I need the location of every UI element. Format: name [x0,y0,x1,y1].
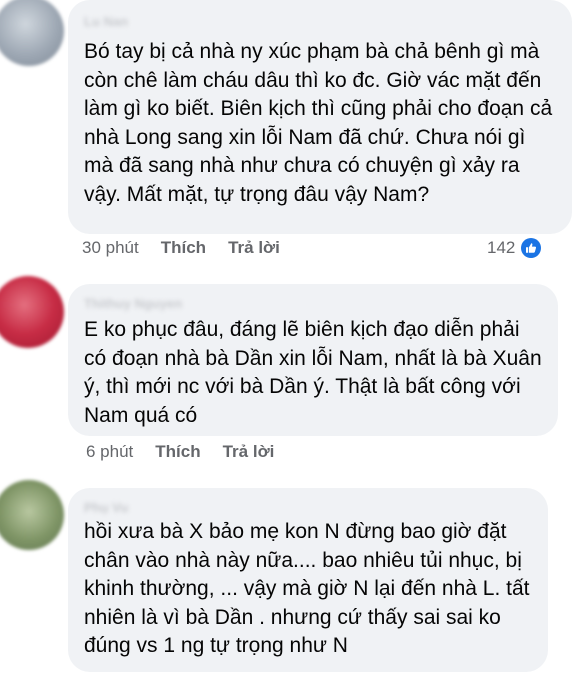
avatar[interactable] [0,0,64,66]
avatar[interactable] [0,480,64,550]
comment-text: E ko phục đâu, đáng lẽ biên kịch đạo diễ… [84,318,542,427]
comment-bubble: Lu Nan Bó tay bị cả nhà ny xúc phạm bà c… [68,0,572,234]
reaction-summary[interactable]: 142 [487,238,542,258]
comment-actions: 30 phút Thích Trả lời [82,238,302,258]
comment-text: hồi xưa bà X bảo mẹ kon N đừng bao giờ đ… [84,520,530,657]
comment-bubble: Phụ Vu hồi xưa bà X bảo mẹ kon N đừng ba… [68,488,548,672]
comment-text: Bó tay bị cả nhà ny xúc phạm bà chả bênh… [84,40,553,206]
like-button[interactable]: Thích [155,442,200,462]
comment-time[interactable]: 30 phút [82,238,139,258]
comment-author[interactable]: Phụ Vu [84,500,128,515]
comment-bubble: Thithuy Nguyen E ko phục đâu, đáng lẽ bi… [68,284,558,436]
comment-actions: 6 phút Thích Trả lời [86,442,296,462]
reaction-count: 142 [487,238,516,257]
avatar[interactable] [0,276,64,348]
reply-button[interactable]: Trả lời [223,442,275,462]
comment-author[interactable]: Thithuy Nguyen [84,296,182,311]
like-icon [521,238,542,258]
comment-time[interactable]: 6 phút [86,442,133,462]
like-button[interactable]: Thích [161,238,206,258]
reply-button[interactable]: Trả lời [228,238,280,258]
comment-author[interactable]: Lu Nan [84,14,128,29]
